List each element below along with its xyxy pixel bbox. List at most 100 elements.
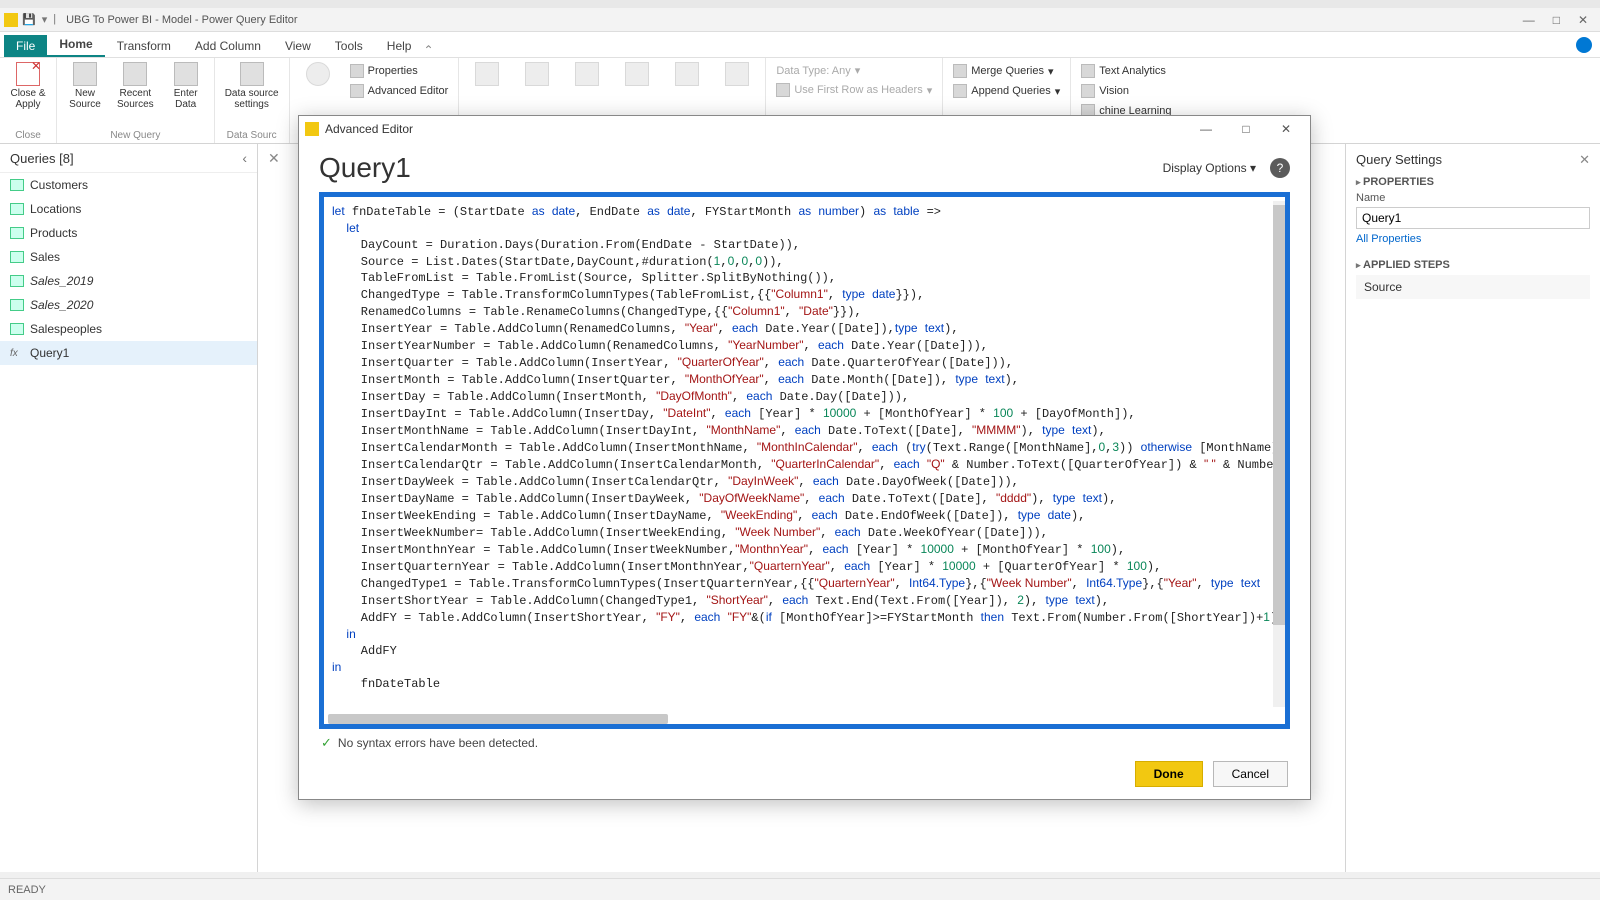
window-title: UBG To Power BI - Model - Power Query Ed… — [66, 14, 298, 26]
refresh-icon — [306, 62, 330, 86]
recent-sources-icon — [123, 62, 147, 86]
properties-icon — [350, 64, 364, 78]
query-settings-pane: Query Settings ✕ PROPERTIES Name All Pro… — [1345, 144, 1600, 872]
tab-tools[interactable]: Tools — [323, 35, 375, 57]
window-maximize-button[interactable]: □ — [1553, 13, 1560, 27]
sort-button — [665, 60, 709, 90]
table-icon — [10, 299, 24, 311]
query-item-sales_2020[interactable]: Sales_2020 — [0, 293, 257, 317]
query-item-label: Customers — [30, 178, 88, 192]
vertical-scrollbar[interactable] — [1273, 201, 1285, 707]
clear-icon[interactable]: ✕ — [268, 150, 280, 167]
code-editor[interactable]: let fnDateTable = (StartDate as date, En… — [319, 192, 1290, 729]
qat-sep: | — [53, 13, 56, 26]
horizontal-scrollbar[interactable] — [328, 714, 668, 724]
done-button[interactable]: Done — [1135, 761, 1203, 787]
table-icon — [10, 227, 24, 239]
keep-rows-icon — [575, 62, 599, 86]
merge-queries-icon — [953, 64, 967, 78]
cancel-button[interactable]: Cancel — [1213, 761, 1288, 787]
syntax-status-text: No syntax errors have been detected. — [338, 736, 538, 750]
split-column-button — [715, 60, 759, 90]
dialog-title: Advanced Editor — [325, 122, 413, 136]
vision-button[interactable]: Vision — [1077, 82, 1175, 100]
choose-columns-icon — [475, 62, 499, 86]
sort-icon — [675, 62, 699, 86]
recent-sources-button[interactable]: Recent Sources — [113, 60, 158, 112]
enter-data-icon — [174, 62, 198, 86]
table-icon — [10, 323, 24, 335]
status-bar: READY — [0, 878, 1600, 900]
query-item-label: Query1 — [30, 346, 69, 360]
dialog-maximize-button[interactable]: □ — [1228, 120, 1264, 138]
new-source-button[interactable]: New Source — [63, 60, 107, 112]
powerbi-icon — [4, 13, 18, 27]
tab-view[interactable]: View — [273, 35, 323, 57]
dialog-minimize-button[interactable]: — — [1188, 120, 1224, 138]
chevron-down-icon: ▾ — [1048, 65, 1054, 78]
enter-data-button[interactable]: Enter Data — [164, 60, 208, 112]
new-source-icon — [73, 62, 97, 86]
remove-columns-button — [515, 60, 559, 90]
query-item-label: Sales — [30, 250, 60, 264]
data-source-settings-button[interactable]: Data source settings — [221, 60, 283, 112]
query-item-customers[interactable]: Customers — [0, 173, 257, 197]
refresh-button[interactable] — [296, 60, 340, 101]
chevron-down-icon: ▾ — [927, 84, 933, 97]
qat-dropdown-icon[interactable]: ▾ — [42, 13, 48, 26]
scrollbar-thumb[interactable] — [1273, 205, 1285, 625]
status-text: READY — [8, 884, 46, 896]
close-settings-icon[interactable]: ✕ — [1579, 152, 1590, 168]
group-data-sources-label: Data Sourc — [221, 128, 283, 141]
help-badge-icon[interactable] — [1576, 37, 1592, 53]
advanced-editor-dialog: Advanced Editor — □ ✕ Query1 Display Opt… — [298, 115, 1311, 800]
window-close-button[interactable]: ✕ — [1578, 13, 1588, 27]
table-icon — [10, 179, 24, 191]
query-name-input[interactable] — [1356, 207, 1590, 229]
check-icon: ✓ — [321, 735, 332, 751]
merge-queries-button[interactable]: Merge Queries ▾ — [949, 62, 1064, 80]
save-icon[interactable]: 💾 — [22, 13, 36, 26]
query-item-sales_2019[interactable]: Sales_2019 — [0, 269, 257, 293]
table-icon — [10, 275, 24, 287]
dialog-close-button[interactable]: ✕ — [1268, 120, 1304, 138]
query-item-label: Locations — [30, 202, 81, 216]
all-properties-link[interactable]: All Properties — [1356, 233, 1590, 245]
properties-button[interactable]: Properties — [346, 62, 453, 80]
split-column-icon — [725, 62, 749, 86]
tab-add-column[interactable]: Add Column — [183, 35, 273, 57]
query-item-locations[interactable]: Locations — [0, 197, 257, 221]
query-item-label: Sales_2019 — [30, 274, 93, 288]
remove-rows-icon — [625, 62, 649, 86]
chevron-left-icon[interactable]: ‹ — [242, 150, 247, 166]
help-icon[interactable]: ? — [1270, 158, 1290, 178]
query-item-query1[interactable]: fxQuery1 — [0, 341, 257, 365]
query-item-products[interactable]: Products — [0, 221, 257, 245]
use-first-row-button: Use First Row as Headers ▾ — [772, 81, 936, 99]
append-queries-button[interactable]: Append Queries ▾ — [949, 82, 1064, 100]
use-first-row-icon — [776, 83, 790, 97]
table-icon — [10, 251, 24, 263]
text-analytics-button[interactable]: Text Analytics — [1077, 62, 1175, 80]
ribbon-collapse-icon[interactable]: ⌃ — [423, 43, 433, 57]
advanced-editor-button[interactable]: Advanced Editor — [346, 82, 453, 100]
close-apply-button[interactable]: ✕ Close & Apply — [6, 60, 50, 112]
group-new-query-label: New Query — [63, 128, 208, 141]
tab-help[interactable]: Help — [375, 35, 424, 57]
tab-file[interactable]: File — [4, 35, 47, 57]
group-close-label: Close — [6, 128, 50, 141]
query-item-sales[interactable]: Sales — [0, 245, 257, 269]
applied-steps-title: APPLIED STEPS — [1356, 259, 1590, 271]
choose-columns-button — [465, 60, 509, 90]
ribbon-tabs: File Home Transform Add Column View Tool… — [0, 32, 1600, 58]
tab-transform[interactable]: Transform — [105, 35, 183, 57]
query-item-label: Salespeoples — [30, 322, 102, 336]
window-minimize-button[interactable]: — — [1523, 13, 1535, 27]
query-item-salespeoples[interactable]: Salespeoples — [0, 317, 257, 341]
table-icon — [10, 203, 24, 215]
applied-step-source[interactable]: Source — [1356, 275, 1590, 299]
remove-columns-icon — [525, 62, 549, 86]
display-options-dropdown[interactable]: Display Options ▾ — [1163, 161, 1256, 175]
tab-home[interactable]: Home — [47, 33, 104, 57]
queries-header-label: Queries [8] — [10, 151, 74, 166]
